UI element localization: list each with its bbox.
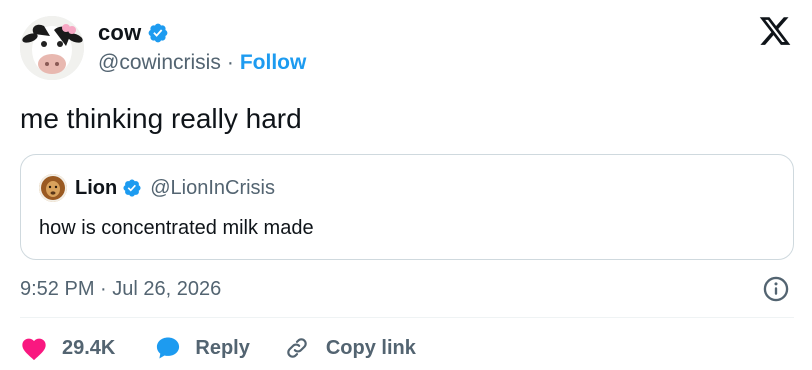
verified-badge-icon	[148, 23, 168, 43]
tweet-timestamp[interactable]: 9:52 PM · Jul 26, 2026	[20, 276, 221, 302]
author-handle-row: @cowincrisis · Follow	[98, 48, 306, 78]
reply-label: Reply	[195, 336, 250, 359]
tweet-author: cow @cowincrisis · Follow	[20, 12, 306, 84]
quoted-author-avatar	[39, 174, 67, 202]
quoted-tweet-header: Lion @LionInCrisis	[39, 173, 275, 203]
reply-button[interactable]: Reply	[153, 334, 250, 362]
follow-button[interactable]: Follow	[240, 51, 307, 75]
speech-bubble-icon	[157, 337, 180, 359]
author-display-name[interactable]: cow	[98, 20, 141, 46]
separator-dot: ·	[226, 51, 234, 74]
quoted-tweet-text: how is concentrated milk made	[39, 217, 314, 239]
cow-avatar-icon	[20, 16, 84, 80]
author-avatar[interactable]	[20, 16, 84, 80]
divider	[20, 317, 794, 318]
heart-icon	[22, 338, 46, 361]
tweet-text: me thinking really hard	[20, 103, 302, 134]
verified-badge-icon	[123, 179, 141, 197]
link-icon	[287, 338, 307, 358]
copy-link-label: Copy link	[325, 336, 416, 359]
quoted-author-name: Lion	[75, 176, 118, 199]
author-info: cow @cowincrisis · Follow	[98, 18, 306, 78]
info-icon[interactable]	[762, 275, 790, 303]
author-handle[interactable]: @cowincrisis	[98, 51, 221, 75]
quoted-tweet[interactable]: Lion @LionInCrisis how is concentrated m…	[20, 154, 794, 260]
lion-avatar-icon	[39, 174, 67, 202]
quoted-author-handle: @LionInCrisis	[150, 176, 276, 199]
tweet-embed-card: cow @cowincrisis · Follow me thinking re…	[0, 0, 812, 370]
copy-link-button[interactable]: Copy link	[284, 335, 416, 361]
author-name-row: cow	[98, 18, 306, 48]
x-logo-icon[interactable]	[757, 14, 793, 48]
tweet-actions: 29.4K Reply Copy link	[20, 330, 416, 366]
like-button[interactable]: 29.4K	[20, 335, 115, 361]
like-count: 29.4K	[62, 336, 116, 359]
